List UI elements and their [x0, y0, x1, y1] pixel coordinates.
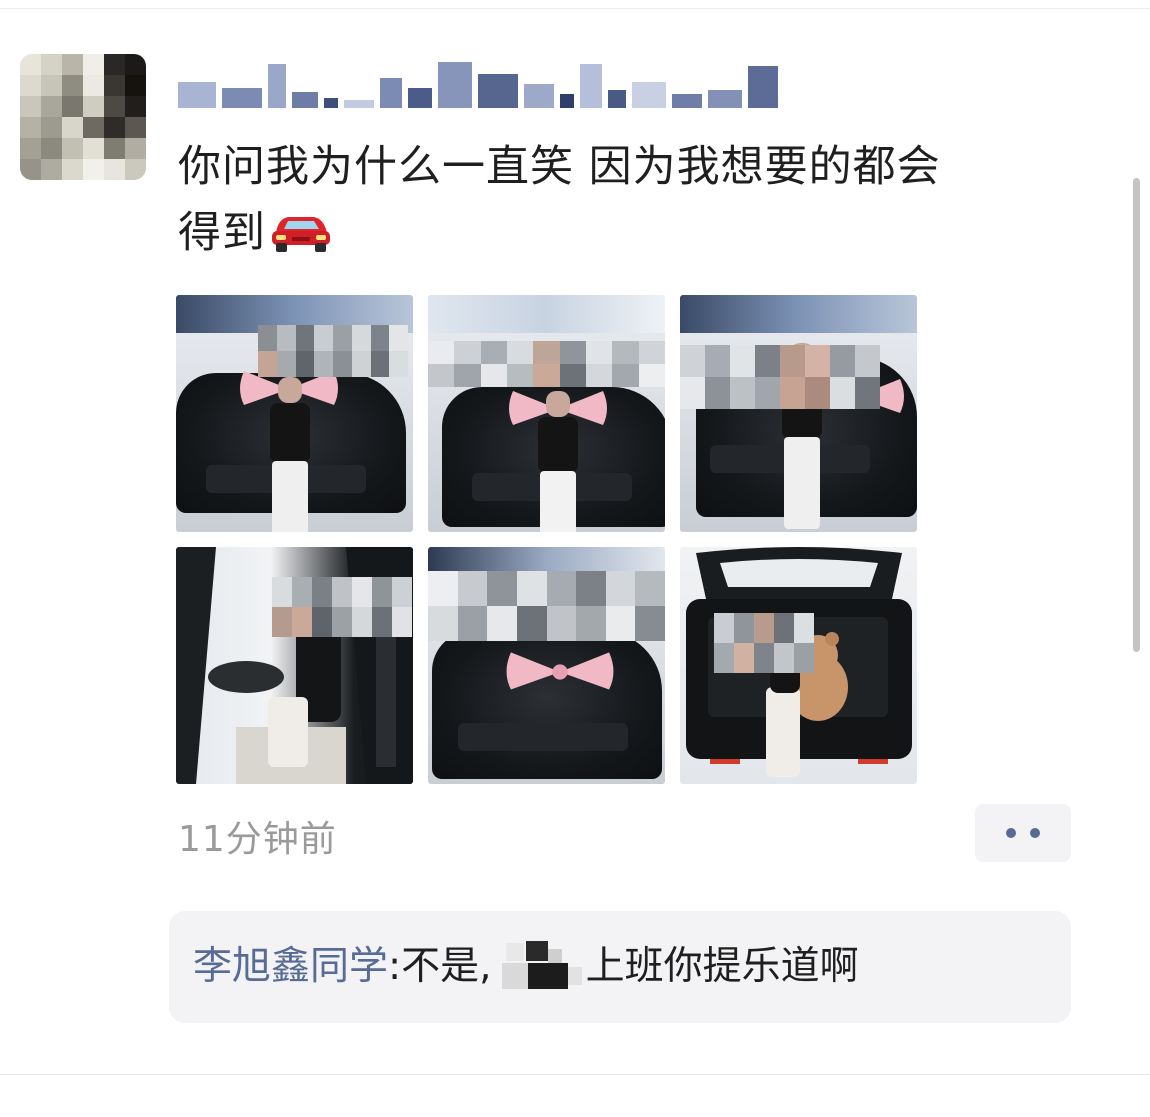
- avatar-pixel: [41, 138, 62, 159]
- avatar-pixel: [20, 138, 41, 159]
- post-text-line-1: 你问我为什么一直笑 因为我想要的都会: [178, 142, 941, 192]
- photo-3[interactable]: [680, 295, 917, 532]
- avatar-pixel: [83, 117, 104, 138]
- avatar-pixel: [41, 96, 62, 117]
- avatar-pixel: [62, 159, 83, 180]
- avatar-pixel: [104, 159, 125, 180]
- avatar-pixel: [125, 75, 146, 96]
- more-dots-icon: [1006, 828, 1016, 838]
- avatar-pixel: [104, 75, 125, 96]
- avatar-pixel: [104, 96, 125, 117]
- avatar-pixel: [41, 159, 62, 180]
- photo-grid: [176, 295, 917, 784]
- avatar-pixel: [83, 159, 104, 180]
- comment-author[interactable]: 李旭鑫同学: [193, 939, 388, 995]
- photo-1[interactable]: [176, 295, 413, 532]
- comment-redaction-mosaic: [498, 939, 586, 995]
- avatar-pixel: [20, 96, 41, 117]
- pixelated-blur: [258, 325, 408, 377]
- car-grille: [458, 723, 628, 751]
- comment-separator: :: [388, 944, 402, 989]
- comment-area: 李旭鑫同学 : 不是, 上班你提乐道啊: [169, 911, 1071, 1023]
- pixelated-blur: [272, 577, 412, 637]
- photo-5[interactable]: [428, 547, 665, 784]
- bottom-divider: [0, 1074, 1150, 1075]
- avatar-pixel: [20, 117, 41, 138]
- pixelated-blur: [428, 341, 665, 387]
- avatar-pixel: [20, 75, 41, 96]
- comment-item[interactable]: 李旭鑫同学 : 不是, 上班你提乐道啊: [193, 939, 859, 995]
- photo-4[interactable]: [176, 547, 413, 784]
- avatar-pixel: [62, 96, 83, 117]
- post-timestamp: 11分钟前: [178, 819, 337, 860]
- avatar-pixel: [104, 138, 125, 159]
- avatar-pixel: [125, 138, 146, 159]
- avatar-pixel: [104, 117, 125, 138]
- more-dots-icon: [1030, 828, 1040, 838]
- moments-feed: 你问我为什么一直笑 因为我想要的都会 得到 11分钟前 李旭鑫同学: 不是, …: [0, 0, 1150, 1117]
- avatar-pixel: [62, 54, 83, 75]
- pixelated-blur: [714, 613, 814, 673]
- author-name-pixelated[interactable]: [178, 56, 858, 108]
- post-text: 你问我为什么一直笑 因为我想要的都会 得到: [178, 134, 1078, 266]
- photo-6[interactable]: [680, 547, 917, 784]
- avatar-pixel: [83, 54, 104, 75]
- person-figure: [538, 391, 578, 532]
- photo-2[interactable]: [428, 295, 665, 532]
- avatar-pixel: [41, 75, 62, 96]
- post-text-line-2: 得到: [178, 200, 1078, 266]
- avatar-pixel: [125, 54, 146, 75]
- more-actions-button[interactable]: [975, 804, 1071, 862]
- car-emoji-icon: [270, 206, 332, 252]
- photo-ceiling: [428, 295, 665, 333]
- comment-text-after: 上班你提乐道啊: [585, 944, 859, 989]
- avatar-pixel: [62, 138, 83, 159]
- avatar-pixel: [125, 159, 146, 180]
- author-avatar[interactable]: [20, 54, 146, 180]
- pixelated-blur: [428, 571, 665, 641]
- avatar-pixel: [62, 75, 83, 96]
- avatar-pixel: [62, 117, 83, 138]
- avatar-pixel: [125, 117, 146, 138]
- comment-text-before: 不是,: [401, 944, 492, 989]
- pink-bow-icon: [506, 652, 614, 690]
- avatar-pixel: [104, 54, 125, 75]
- avatar-pixel: [125, 96, 146, 117]
- photo-ceiling: [680, 295, 917, 333]
- avatar-pixel: [20, 54, 41, 75]
- scrollbar[interactable]: [1133, 178, 1140, 652]
- person-figure: [270, 377, 310, 532]
- pixelated-blur: [680, 345, 880, 409]
- avatar-pixel: [41, 117, 62, 138]
- top-divider: [0, 8, 1150, 9]
- avatar-pixel: [83, 96, 104, 117]
- avatar-pixel: [41, 54, 62, 75]
- avatar-pixel: [83, 75, 104, 96]
- avatar-pixel: [20, 159, 41, 180]
- avatar-pixel: [83, 138, 104, 159]
- post-text-line-2-text: 得到: [178, 208, 266, 258]
